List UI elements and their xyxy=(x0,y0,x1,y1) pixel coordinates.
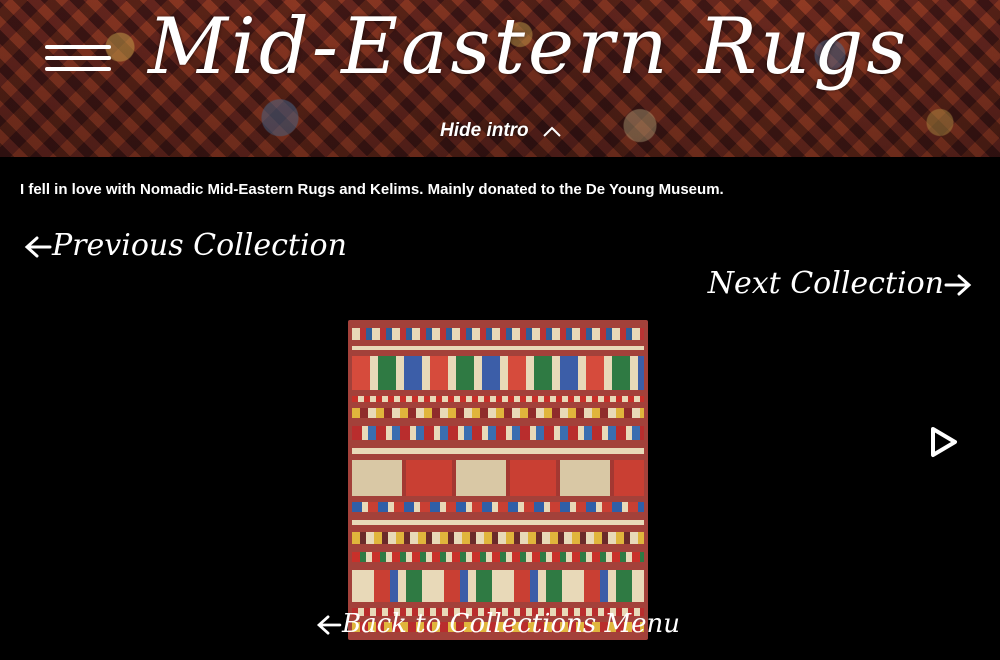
arrow-left-icon xyxy=(316,615,342,635)
back-to-collections-label: Back to Collections Menu xyxy=(342,609,680,639)
next-collection-link[interactable]: Next Collection xyxy=(708,266,972,301)
header-banner: Mid-Eastern Rugs Hide intro xyxy=(0,0,1000,157)
previous-collection-label: Previous Collection xyxy=(52,228,347,263)
rug-image[interactable] xyxy=(348,320,648,640)
chevron-up-icon xyxy=(543,126,561,137)
hide-intro-toggle[interactable]: Hide intro xyxy=(440,120,562,142)
intro-text: I fell in love with Nomadic Mid-Eastern … xyxy=(20,181,724,198)
arrow-left-icon xyxy=(24,236,52,258)
hide-intro-label: Hide intro xyxy=(440,120,529,141)
site-title: Mid-Eastern Rugs xyxy=(148,2,910,92)
previous-collection-link[interactable]: Previous Collection xyxy=(24,228,347,263)
arrow-right-icon xyxy=(944,274,972,296)
back-to-collections-link[interactable]: Back to Collections Menu xyxy=(316,609,680,639)
play-icon[interactable] xyxy=(928,425,960,459)
hamburger-menu-icon[interactable] xyxy=(45,45,111,85)
next-collection-label: Next Collection xyxy=(707,266,944,301)
